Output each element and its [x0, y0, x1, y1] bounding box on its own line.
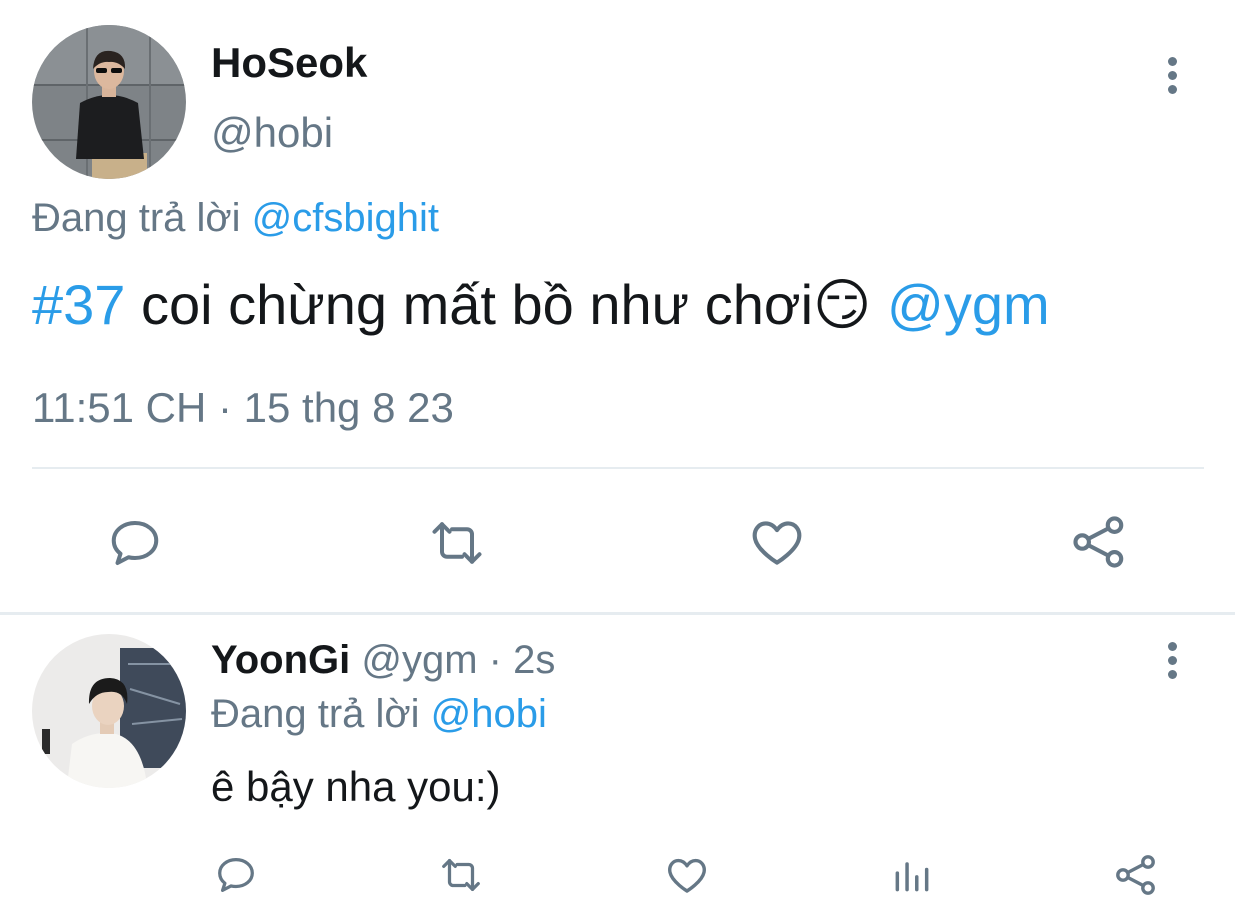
separator: · [488, 638, 502, 682]
like-icon[interactable] [663, 851, 711, 899]
share-icon[interactable] [1112, 851, 1160, 899]
avatar[interactable] [32, 25, 186, 179]
reply-to-link[interactable]: @hobi [431, 692, 547, 736]
reply-context: Đang trả lời @cfsbighit [32, 193, 439, 243]
reply-prefix: Đang trả lời [211, 692, 420, 736]
tweet-body: coi chừng mất bồ như chơi [125, 273, 814, 336]
reply-icon[interactable] [105, 513, 165, 573]
reply-to-link[interactable]: @cfsbighit [252, 196, 439, 240]
display-name[interactable]: YoonGi [211, 638, 350, 682]
retweet-icon[interactable] [425, 513, 489, 573]
display-name[interactable]: HoSeok [211, 38, 367, 88]
more-options-icon[interactable] [1166, 57, 1178, 94]
like-icon[interactable] [746, 511, 808, 573]
mention-link[interactable]: @ygm [887, 273, 1050, 336]
time-ago[interactable]: 2s [513, 638, 555, 682]
reply-header: YoonGi @ygm · 2s [211, 636, 555, 684]
emoji: 😏 [813, 273, 872, 336]
handle[interactable]: @hobi [211, 108, 333, 158]
retweet-icon[interactable] [436, 852, 486, 898]
handle[interactable]: @ygm [361, 638, 477, 682]
share-icon[interactable] [1068, 511, 1130, 573]
avatar[interactable] [32, 634, 186, 788]
reply-context: Đang trả lời @hobi [211, 689, 547, 739]
tweet-text: ê bậy nha you:) [211, 763, 501, 810]
analytics-icon[interactable] [890, 853, 934, 897]
divider [32, 467, 1204, 469]
timestamp[interactable]: 11:51 CH · 15 thg 8 23 [32, 382, 454, 434]
tweet-separator [0, 612, 1235, 615]
hashtag-link[interactable]: #37 [32, 273, 125, 336]
tweet-text: #37 coi chừng mất bồ như chơi😏 @ygm [32, 272, 1050, 338]
reply-icon[interactable] [213, 852, 259, 898]
more-options-icon[interactable] [1166, 642, 1178, 679]
reply-prefix: Đang trả lời [32, 196, 241, 240]
